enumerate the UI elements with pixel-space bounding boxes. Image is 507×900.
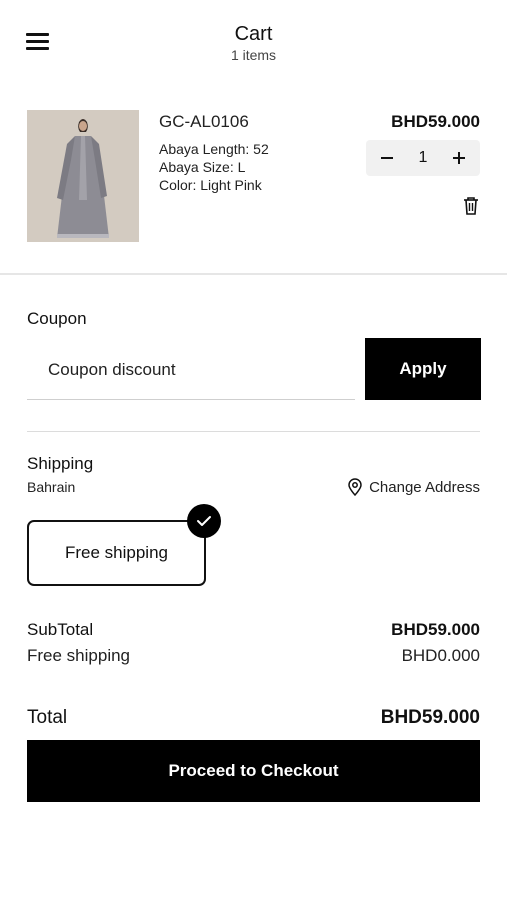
product-attribute-length: Abaya Length: 52 [159, 141, 269, 157]
item-count: 1 items [230, 47, 277, 63]
product-attribute-color: Color: Light Pink [159, 177, 262, 193]
check-icon [187, 504, 221, 538]
location-pin-icon [348, 478, 362, 496]
header-title-group: Cart 1 items [0, 22, 507, 64]
shipping-heading: Shipping [27, 454, 94, 473]
product-name[interactable]: GC-AL0106 [159, 112, 249, 132]
quantity-value: 1 [418, 149, 428, 166]
proceed-to-checkout-button[interactable]: Proceed to Checkout [27, 740, 480, 802]
section-divider [27, 431, 480, 432]
app-header: Cart 1 items [0, 0, 507, 80]
section-divider [0, 273, 507, 275]
product-attribute-size: Abaya Size: L [159, 159, 246, 175]
total-label: Total [27, 707, 68, 728]
product-price: BHD59.000 [391, 112, 480, 131]
coupon-input[interactable] [27, 340, 355, 400]
coupon-heading: Coupon [27, 309, 87, 328]
product-image[interactable] [27, 110, 139, 242]
shipping-region: Bahrain [27, 479, 76, 495]
quantity-stepper: 1 [366, 140, 480, 176]
shipping-line-label: Free shipping [27, 646, 131, 665]
minus-icon[interactable] [369, 140, 405, 176]
cart-item: GC-AL0106 Abaya Length: 52 Abaya Size: L… [0, 108, 507, 248]
apply-coupon-button[interactable]: Apply [365, 338, 481, 400]
total-value: BHD59.000 [380, 707, 480, 728]
shipping-line-value: BHD0.000 [401, 646, 480, 665]
change-address-link[interactable]: Change Address [347, 478, 480, 496]
change-address-label: Change Address [369, 478, 480, 496]
trash-icon[interactable] [462, 196, 480, 216]
subtotal-value: BHD59.000 [391, 620, 480, 639]
subtotal-label: SubTotal [27, 620, 94, 639]
page-title: Cart [234, 23, 273, 45]
plus-icon[interactable] [441, 140, 477, 176]
shipping-option-free[interactable]: Free shipping [27, 520, 206, 586]
